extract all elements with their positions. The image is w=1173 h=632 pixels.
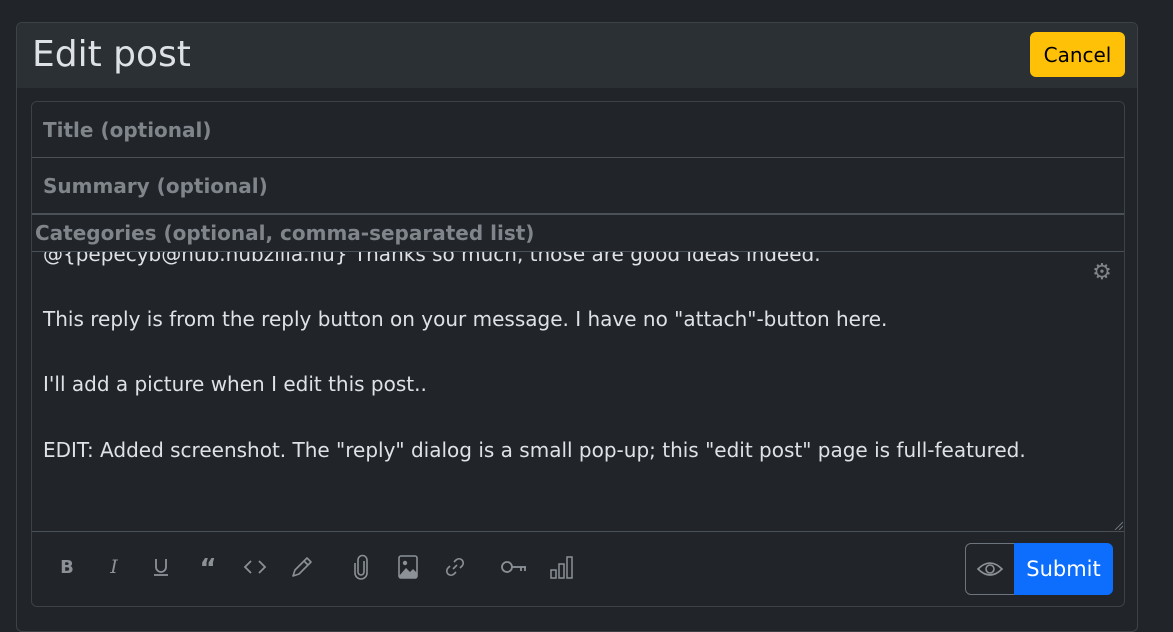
bar-chart-icon[interactable] xyxy=(549,554,575,580)
page-title: Edit post xyxy=(32,34,191,75)
body-line: This reply is from the reply button on y… xyxy=(43,307,888,332)
paperclip-icon[interactable] xyxy=(348,554,374,580)
summary-input[interactable] xyxy=(32,158,1124,214)
resize-grip-icon[interactable] xyxy=(1113,520,1123,530)
key-icon[interactable] xyxy=(498,554,530,580)
code-icon[interactable] xyxy=(242,554,268,580)
pencil-icon[interactable] xyxy=(289,554,315,580)
body-line: I'll add a picture when I edit this post… xyxy=(43,372,427,397)
image-icon[interactable] xyxy=(395,554,421,580)
svg-text:B: B xyxy=(60,557,74,577)
post-form: @{pepecyb@hub.hubzilla.hu} Thanks so muc… xyxy=(31,101,1125,607)
submit-button[interactable]: Submit xyxy=(1014,543,1113,595)
body-text: @{pepecyb@hub.hubzilla.hu} Thanks so muc… xyxy=(43,252,1053,499)
svg-text:I: I xyxy=(109,557,118,577)
svg-text:“: “ xyxy=(199,557,216,577)
link-icon[interactable] xyxy=(442,554,468,580)
italic-icon[interactable]: I xyxy=(101,554,127,580)
edit-post-panel: Edit post Cancel @{pepecyb@hub.hubzilla.… xyxy=(16,22,1138,632)
quote-icon[interactable]: “ xyxy=(195,554,221,580)
bold-icon[interactable]: B xyxy=(54,554,80,580)
underline-icon[interactable] xyxy=(148,554,174,580)
panel-header: Edit post Cancel xyxy=(17,23,1137,88)
cancel-button[interactable]: Cancel xyxy=(1030,32,1125,77)
body-editor[interactable]: @{pepecyb@hub.hubzilla.hu} Thanks so muc… xyxy=(32,252,1124,532)
submit-group: Submit xyxy=(965,543,1113,595)
body-line: EDIT: Added screenshot. The "reply" dial… xyxy=(43,437,1026,462)
eye-icon xyxy=(976,562,1004,576)
preview-button[interactable] xyxy=(965,543,1015,595)
categories-input[interactable] xyxy=(32,214,1124,252)
editor-toolbar: B I “ Submit xyxy=(32,532,1124,606)
gear-icon[interactable]: ⚙ xyxy=(1091,262,1113,284)
title-input[interactable] xyxy=(32,102,1124,158)
body-line: @{pepecyb@hub.hubzilla.hu} Thanks so muc… xyxy=(43,252,821,266)
